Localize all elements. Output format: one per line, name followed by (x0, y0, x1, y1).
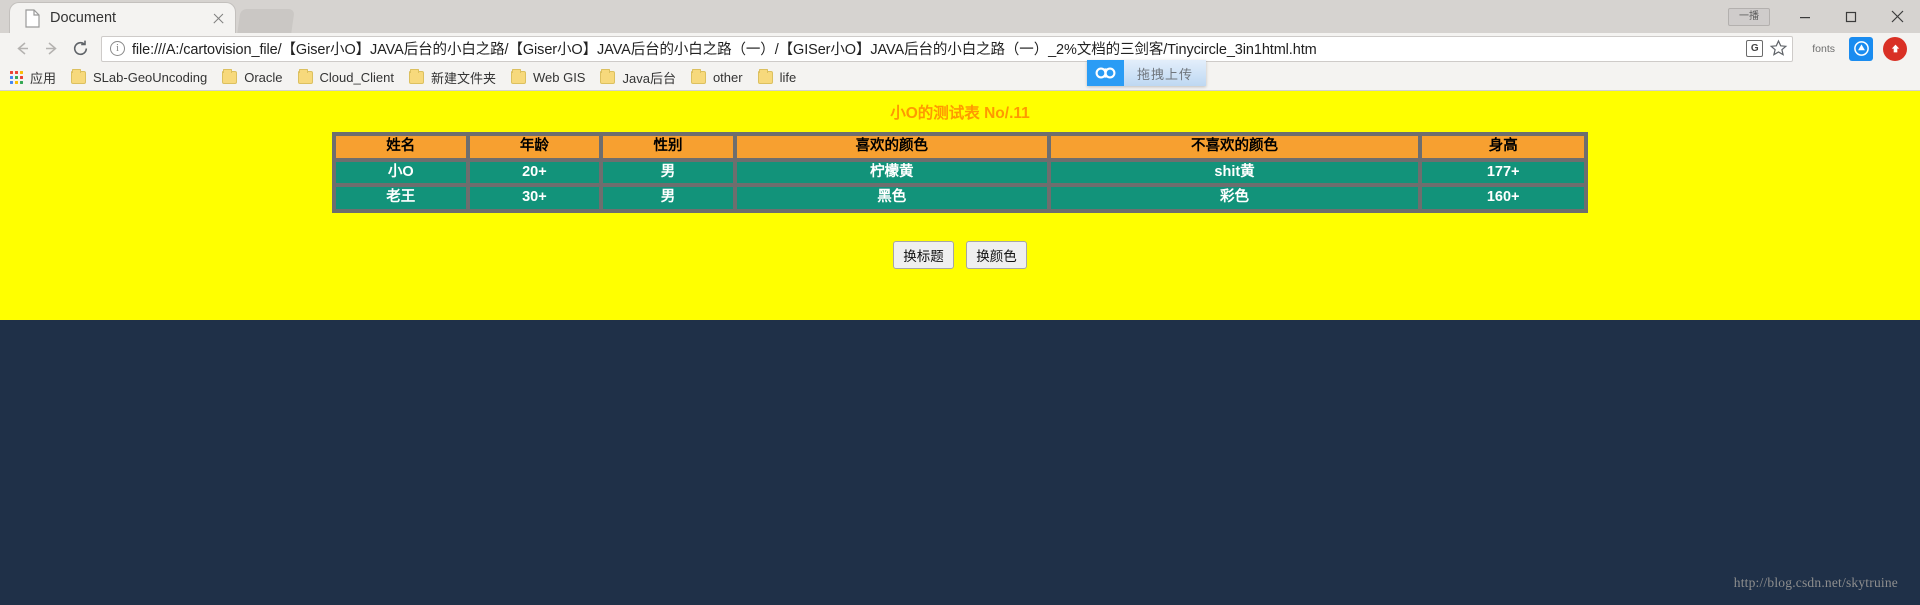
cell-gender: 男 (601, 159, 735, 186)
plugin-badge[interactable]: 一播 (1728, 7, 1770, 26)
page-title: 小O的测试表 No/.11 (890, 105, 1030, 122)
column-header-age: 年龄 (467, 134, 602, 160)
translate-glyph: G (1746, 40, 1764, 57)
bookmarks-bar: 应用 SLab-GeoUncoding Oracle Cloud_Client … (0, 64, 1920, 91)
bookmark-star-icon[interactable] (1769, 39, 1788, 58)
browser-window: Document 一播 i file:///A:/cartovision_fil… (0, 0, 1920, 605)
reload-icon[interactable] (66, 34, 95, 63)
translate-icon[interactable]: G (1746, 40, 1764, 57)
tab-strip: Document 一播 (0, 0, 1920, 33)
column-header-fav-color: 喜欢的颜色 (734, 134, 1049, 160)
folder-icon (690, 68, 706, 84)
bookmark-label: 应用 (30, 70, 57, 86)
cell-age: 30+ (467, 185, 602, 211)
browser-tab-document[interactable]: Document (10, 3, 235, 33)
watermark-text: http://blog.csdn.net/skytruine (1733, 575, 1898, 590)
bookmark-java-backend[interactable]: Java后台 (600, 68, 676, 87)
bookmark-cloud-client[interactable]: Cloud_Client (297, 68, 394, 85)
desktop-background: http://blog.csdn.net/skytruine (0, 320, 1920, 605)
table-head: 姓名 年龄 性别 喜欢的颜色 不喜欢的颜色 身高 (334, 134, 1586, 160)
cell-name: 老王 (334, 185, 468, 211)
bookmark-label: life (779, 69, 797, 85)
browser-toolbar: i file:///A:/cartovision_file/【Giser小O】J… (0, 33, 1920, 86)
bookmark-label: Web GIS (532, 69, 586, 85)
close-window-button[interactable] (1874, 0, 1920, 33)
bookmark-label: 新建文件夹 (430, 70, 496, 86)
column-header-name: 姓名 (334, 134, 468, 160)
bookmark-slab-geouncoding[interactable]: SLab-GeoUncoding (71, 68, 208, 85)
column-header-height: 身高 (1420, 134, 1586, 160)
cell-fav-color: 柠檬黄 (734, 159, 1049, 186)
table-header-row: 姓名 年龄 性别 喜欢的颜色 不喜欢的颜色 身高 (334, 134, 1586, 160)
document-icon (24, 8, 41, 28)
folder-icon (600, 68, 616, 84)
folder-icon (71, 68, 87, 84)
table-body: 小O 20+ 男 柠檬黄 shit黄 177+ 老王 30+ 男 黑色 彩色 1… (334, 159, 1586, 211)
data-table: 姓名 年龄 性别 喜欢的颜色 不喜欢的颜色 身高 小O 20+ 男 柠檬黄 sh… (332, 132, 1588, 213)
bookmark-other[interactable]: other (690, 68, 743, 85)
page-info-icon[interactable]: i (110, 41, 125, 56)
bookmark-web-gis[interactable]: Web GIS (510, 68, 586, 85)
bookmark-new-folder[interactable]: 新建文件夹 (408, 68, 496, 87)
page-button-row: 换标题 换颜色 (0, 240, 1920, 269)
column-header-bad-color: 不喜欢的颜色 (1048, 134, 1421, 160)
folder-icon (222, 68, 238, 84)
cell-gender: 男 (601, 185, 735, 211)
apps-grid-icon (10, 70, 23, 84)
cell-height: 160+ (1420, 185, 1586, 211)
minimize-button[interactable] (1782, 0, 1828, 33)
bookmark-oracle[interactable]: Oracle (222, 68, 283, 85)
folder-icon (408, 68, 424, 84)
bookmark-label: Cloud_Client (319, 69, 394, 85)
bookmark-label: other (712, 69, 743, 85)
extension-label-fonts[interactable]: fonts (1812, 43, 1835, 55)
bookmark-apps[interactable]: 应用 (10, 68, 56, 87)
folder-icon (510, 68, 526, 84)
tab-placeholder (237, 9, 295, 33)
table-row: 老王 30+ 男 黑色 彩色 160+ (334, 185, 1586, 211)
maximize-button[interactable] (1828, 0, 1874, 33)
extension-blue-icon[interactable] (1849, 36, 1873, 61)
baidu-upload-text: 拖拽上传 (1124, 60, 1207, 86)
change-color-button[interactable]: 换颜色 (966, 240, 1027, 269)
table-row: 小O 20+ 男 柠檬黄 shit黄 177+ (334, 159, 1586, 186)
bookmark-label: SLab-GeoUncoding (93, 69, 208, 85)
folder-icon (297, 68, 313, 84)
window-controls: 一播 (1728, 0, 1920, 33)
bookmark-life[interactable]: life (757, 68, 797, 85)
change-title-button[interactable]: 换标题 (893, 240, 954, 269)
cell-height: 177+ (1420, 159, 1586, 186)
cell-age: 20+ (467, 159, 602, 186)
forward-icon[interactable] (37, 34, 66, 63)
cell-bad-color: 彩色 (1048, 185, 1421, 211)
cell-fav-color: 黑色 (734, 185, 1049, 211)
baidu-drag-upload-overlay[interactable]: 拖拽上传 (1087, 60, 1207, 86)
page-viewport: 小O的测试表 No/.11 姓名 年龄 性别 喜欢的颜色 不喜欢的颜色 身高 小… (0, 91, 1920, 320)
baidu-cloud-icon (1087, 60, 1124, 86)
column-header-gender: 性别 (601, 134, 735, 160)
cell-bad-color: shit黄 (1048, 159, 1421, 186)
back-icon[interactable] (8, 34, 37, 63)
folder-icon (757, 68, 773, 84)
tab-close-icon[interactable] (210, 10, 227, 27)
bookmark-label: Oracle (244, 69, 283, 85)
extensions-area: fonts (1797, 36, 1912, 61)
extension-red-icon[interactable] (1883, 36, 1907, 61)
bookmark-label: Java后台 (622, 70, 676, 86)
url-text: file:///A:/cartovision_file/【Giser小O】JAV… (132, 42, 1317, 58)
address-bar[interactable]: i file:///A:/cartovision_file/【Giser小O】J… (101, 35, 1794, 62)
tab-title: Document (50, 10, 117, 26)
cell-name: 小O (334, 159, 468, 186)
